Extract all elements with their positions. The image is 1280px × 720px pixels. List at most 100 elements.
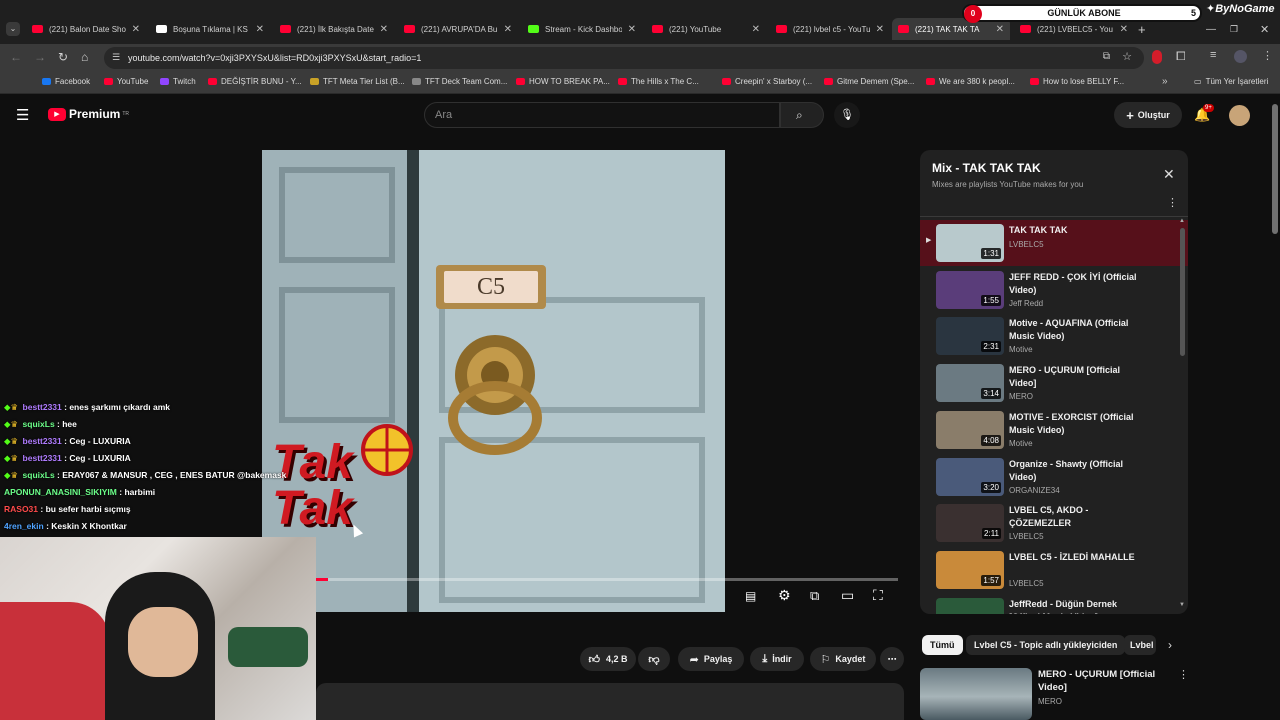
voice-search-button[interactable]: 🎙 — [834, 102, 860, 128]
video-player[interactable]: C5 Tak Tak — [262, 150, 725, 612]
playlist-menu-icon[interactable]: ⋮ — [1167, 196, 1178, 209]
playlist-item[interactable]: 1:57 LVBEL C5 - İZLEDİ MAHALLE LVBELC5 — [920, 547, 1188, 593]
share-button[interactable]: ➦ Paylaş — [678, 647, 744, 671]
bookmark-item[interactable]: We are 380 k peopl... — [926, 77, 1015, 86]
theater-mode-icon[interactable]: ▭ — [841, 587, 854, 604]
playlist-scrollbar-thumb[interactable] — [1180, 228, 1185, 356]
back-icon[interactable]: ← — [10, 50, 22, 64]
bookmark-star-icon[interactable]: ☆ — [1122, 50, 1132, 63]
chip-all[interactable]: Tümü — [922, 635, 963, 655]
create-button[interactable]: + Oluştur — [1114, 102, 1182, 128]
bookmark-item[interactable]: YouTube — [104, 77, 148, 86]
notifications-button[interactable]: 🔔 9+ — [1194, 104, 1214, 123]
dislike-button[interactable]: 👎︎ — [638, 647, 670, 671]
playlist-thumbnail: 1:57 — [936, 550, 1004, 589]
tab-close-icon[interactable]: ✕ — [1120, 24, 1128, 35]
sub-label: GÜNLÜK ABONE — [1047, 8, 1121, 18]
scroll-down-icon[interactable]: ▼ — [1179, 602, 1185, 608]
close-icon[interactable]: ✕ — [1163, 166, 1175, 183]
playlist-item[interactable]: 2:11 LVBEL C5, AKDO - ÇÖZEMEZLER LVBELC5 — [920, 500, 1188, 546]
playlist-item[interactable]: 1:55 JEFF REDD - ÇOK İYİ (Official Video)… — [920, 267, 1188, 313]
new-tab-button[interactable]: + — [1138, 22, 1146, 37]
playlist-item[interactable]: JeffRedd - Düğün Dernek [Offical Music V… — [920, 594, 1188, 614]
bookmark-item[interactable]: How to lose BELLY F... — [1030, 77, 1124, 86]
browser-menu-icon[interactable]: ⋮ — [1262, 49, 1273, 62]
account-avatar[interactable] — [1229, 105, 1250, 126]
bookmark-item[interactable]: TFT Deck Team Com... — [412, 77, 507, 86]
tab-close-icon[interactable]: ✕ — [132, 24, 140, 35]
browser-tab-0[interactable]: (221) Balon Date Sho ✕ — [26, 18, 146, 40]
install-icon[interactable]: ⧉ — [1103, 51, 1110, 62]
reload-icon[interactable]: ↻ — [58, 50, 68, 64]
guide-menu-icon[interactable]: ☰ — [16, 106, 29, 124]
browser-tab-4[interactable]: Stream - Kick Dashbo ✕ — [522, 18, 642, 40]
browser-tab-3[interactable]: (221) AVRUPA'DA Bu ✕ — [398, 18, 518, 40]
bookmark-item[interactable]: HOW TO BREAK PA... — [516, 77, 610, 86]
browser-tab-5[interactable]: (221) YouTube ✕ — [646, 18, 766, 40]
bookmarks-overflow-icon[interactable]: » — [1162, 76, 1168, 87]
youtube-logo[interactable]: ▶ Premium TR — [48, 107, 129, 121]
playlist-item[interactable]: 3:20 Organize - Shawty (Official Video) OR… — [920, 454, 1188, 500]
browser-tab-6[interactable]: (221) lvbel c5 - YouTu ✕ — [770, 18, 890, 40]
browser-tab-2[interactable]: (221) İlk Bakışta Date ✕ — [274, 18, 394, 40]
like-button[interactable]: 👍︎ 4,2 B — [580, 647, 636, 671]
chip-topic-uploader[interactable]: Lvbel C5 - Topic adlı yükleyiciden — [966, 635, 1126, 655]
page-scrollbar[interactable] — [1270, 94, 1280, 720]
address-bar[interactable]: ☰ youtube.com/watch?v=0xji3PXYSxU&list=R… — [104, 47, 1144, 69]
bookmark-item[interactable]: The Hills x The C... — [618, 77, 699, 86]
tab-title: (221) LVBELC5 - You — [1037, 24, 1113, 34]
chevron-right-icon[interactable]: › — [1168, 638, 1172, 652]
settings-gear-icon[interactable]: ⚙ — [778, 587, 791, 604]
playlist-scrollbar[interactable]: ▲ ▼ — [1179, 218, 1185, 610]
subtitles-icon[interactable]: ▤ — [745, 589, 756, 603]
bookmark-item[interactable]: TFT Meta Tier List (B... — [310, 77, 405, 86]
tab-close-icon[interactable]: ✕ — [628, 24, 636, 35]
description-box[interactable] — [316, 683, 904, 720]
window-close-icon[interactable]: ✕ — [1260, 23, 1269, 36]
all-bookmarks-link[interactable]: ▭ Tüm Yer İşaretleri — [1194, 77, 1268, 86]
bookmark-item[interactable]: DEĞİŞTİR BUNU - Y... — [208, 77, 302, 86]
media-controls-icon[interactable]: ≡ — [1210, 49, 1216, 61]
forward-icon[interactable]: → — [34, 50, 46, 64]
fullscreen-icon[interactable]: ⛶ — [873, 587, 883, 604]
download-button[interactable]: ⤓ İndir — [750, 647, 804, 671]
bookmark-item[interactable]: Creepin' x Starboy (... — [722, 77, 812, 86]
extension-record-icon[interactable] — [1152, 50, 1162, 64]
miniplayer-icon[interactable]: ⧉ — [810, 588, 819, 604]
more-actions-button[interactable]: ⋯ — [880, 647, 904, 671]
video-progress-bar[interactable] — [316, 578, 898, 581]
playlist-item[interactable]: ▶ 1:31 TAK TAK TAK LVBELC5 — [920, 220, 1188, 266]
scroll-up-icon[interactable]: ▲ — [1179, 218, 1185, 224]
window-minimize-icon[interactable]: — — [1206, 24, 1216, 35]
tab-close-icon[interactable]: ✕ — [752, 24, 760, 35]
tab-close-icon[interactable]: ✕ — [876, 24, 884, 35]
tab-close-icon[interactable]: ✕ — [380, 24, 388, 35]
bookmark-item[interactable]: Gitme Demem (Spe... — [824, 77, 914, 86]
profile-avatar-icon[interactable] — [1234, 50, 1247, 63]
save-button[interactable]: ⚐ Kaydet — [810, 647, 876, 671]
playlist-item[interactable]: 3:14 MERO - UÇURUM [Official Video] MERO — [920, 360, 1188, 406]
chip-more[interactable]: Lvbel — [1124, 635, 1156, 655]
home-icon[interactable]: ⌂ — [81, 50, 88, 64]
playlist-item[interactable]: 4:08 MOTIVE - EXORCIST (Official Music Vi… — [920, 407, 1188, 453]
tab-close-icon[interactable]: ✕ — [256, 24, 264, 35]
tab-close-icon[interactable]: ✕ — [996, 24, 1004, 35]
playlist-item-channel: Motive — [1009, 438, 1033, 448]
page-scrollbar-thumb[interactable] — [1272, 104, 1278, 234]
playlist-item-channel: LVBELC5 — [1009, 240, 1044, 249]
playlist-item[interactable]: 2:31 Motive - AQUAFINA (Official Music Vi… — [920, 313, 1188, 359]
related-video-item[interactable]: MERO - UÇURUM [Official Video] MERO ⋮ — [920, 668, 1189, 720]
playlist-item-title: Motive - AQUAFINA (Official Music Video) — [1009, 318, 1129, 342]
tab-search-icon[interactable]: ⌄ — [6, 22, 20, 36]
tab-close-icon[interactable]: ✕ — [504, 24, 512, 35]
bookmark-item[interactable]: Twitch — [160, 77, 196, 86]
related-menu-icon[interactable]: ⋮ — [1178, 668, 1189, 681]
search-input[interactable]: Ara — [424, 102, 780, 128]
window-restore-icon[interactable]: ❐ — [1230, 24, 1238, 35]
bookmark-item[interactable]: Facebook — [42, 77, 90, 86]
extensions-icon[interactable]: ⧠ — [1176, 49, 1186, 64]
browser-tab-1[interactable]: Boşuna Tıklama | KS ✕ — [150, 18, 270, 40]
site-info-icon[interactable]: ☰ — [112, 52, 120, 63]
playlist-thumbnail — [936, 597, 1004, 614]
search-button[interactable]: ⌕ — [780, 102, 824, 128]
